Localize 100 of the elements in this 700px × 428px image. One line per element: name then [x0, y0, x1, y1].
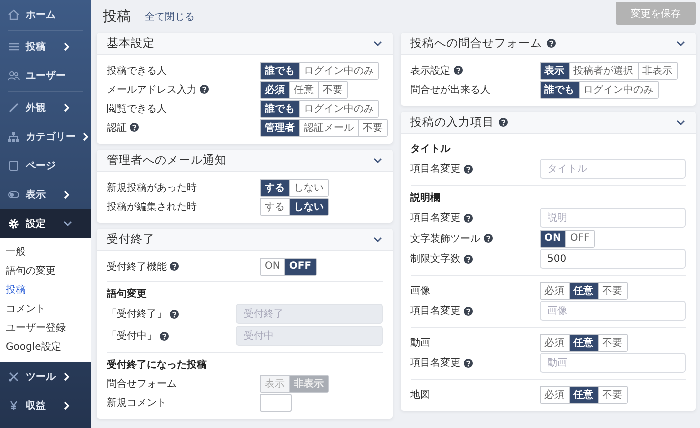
segmented-control[interactable]: 必須 任意 不要: [540, 334, 628, 352]
card-title: 投稿への問合せフォーム: [410, 36, 542, 51]
segment-option[interactable]: 不要: [358, 120, 387, 136]
submenu-item[interactable]: 投稿: [0, 280, 91, 299]
segmented-control[interactable]: する しない: [260, 178, 329, 196]
submenu-item[interactable]: ユーザー登録: [0, 318, 91, 337]
gear-icon: [8, 218, 20, 230]
input-field[interactable]: タイトル: [540, 159, 686, 179]
help-icon[interactable]: [170, 262, 179, 271]
segment-option[interactable]: 誰でも: [261, 62, 299, 78]
help-icon[interactable]: [464, 164, 472, 174]
help-icon[interactable]: [464, 306, 472, 316]
chevron-down-icon[interactable]: [676, 38, 686, 48]
card-header[interactable]: 受付終了: [97, 229, 392, 251]
sidebar-item[interactable]: ツール: [0, 362, 91, 391]
help-icon[interactable]: [130, 123, 139, 132]
segment-option[interactable]: しない: [289, 180, 328, 196]
help-icon[interactable]: [200, 85, 209, 94]
submenu-item[interactable]: コメント: [0, 299, 91, 318]
chevron-down-icon[interactable]: [372, 156, 382, 166]
people-icon: [8, 70, 20, 82]
collapse-all-link[interactable]: 全て閉じる: [145, 10, 195, 24]
segmented-control[interactable]: 管理者 認証メール 不要: [260, 118, 388, 136]
section-heading: 受付終了になった投稿: [107, 358, 208, 372]
submenu-item[interactable]: Google設定: [0, 337, 91, 356]
field-label: 項目名変更: [410, 356, 460, 370]
segmented-control[interactable]: 必須 任意 不要: [260, 80, 348, 98]
sidebar-item[interactable]: 収益: [0, 391, 91, 420]
help-icon[interactable]: [464, 214, 472, 222]
segment-option[interactable]: 表示: [540, 62, 568, 78]
segment-option[interactable]: 任意: [568, 386, 598, 402]
segment-option[interactable]: 誰でも: [261, 100, 299, 116]
yen-icon: [8, 400, 20, 412]
input-field[interactable]: 500: [540, 249, 686, 269]
segment-option[interactable]: ログイン中のみ: [299, 62, 378, 78]
field-label: 問合せが出来る人: [410, 84, 490, 96]
card-header[interactable]: 投稿への問合せフォーム: [400, 33, 696, 55]
segment-option[interactable]: 管理者: [261, 120, 299, 136]
help-icon[interactable]: [498, 118, 508, 127]
card-title: 管理者へのメール通知: [107, 153, 227, 168]
field-label: 「受付中」: [107, 330, 157, 343]
card-header[interactable]: 管理者へのメール通知: [97, 150, 392, 172]
segmented-control[interactable]: 表示 投稿者が選択 非表示: [540, 62, 678, 80]
help-icon[interactable]: [546, 39, 556, 48]
field-label: 「受付終了」: [107, 308, 167, 321]
segment-option[interactable]: 不要: [598, 386, 626, 402]
segment-option[interactable]: 不要: [598, 282, 626, 298]
segment-option[interactable]: 任意: [568, 282, 598, 298]
segment-option[interactable]: しない: [289, 198, 328, 214]
card-header[interactable]: 投稿の入力項目: [400, 112, 696, 134]
segment-option[interactable]: する: [261, 180, 289, 196]
help-icon[interactable]: [464, 254, 472, 264]
chevron-down-icon[interactable]: [372, 38, 382, 48]
field-label: 画像: [410, 284, 430, 298]
sidebar-item[interactable]: 投稿: [0, 32, 91, 61]
input-field[interactable]: 説明: [540, 208, 686, 228]
submenu-item[interactable]: 語句の変更: [0, 261, 91, 280]
field-label: メールアドレス入力: [107, 84, 197, 96]
card-title: 基本設定: [107, 36, 155, 51]
segmented-control[interactable]: 必須 任意 不要: [540, 282, 628, 300]
segmented-control[interactable]: する しない: [260, 198, 329, 216]
field-label: 閲覧できる人: [107, 102, 167, 116]
sidebar-item[interactable]: 外観: [0, 93, 91, 122]
chevron-down-icon[interactable]: [676, 118, 686, 128]
segment-option[interactable]: 不要: [318, 82, 347, 98]
segment-option[interactable]: 誰でも: [540, 82, 578, 98]
sidebar-item[interactable]: ホーム: [0, 0, 91, 29]
submenu-item[interactable]: 一般: [0, 242, 91, 261]
segment-option[interactable]: ON: [540, 230, 566, 246]
segmented-control[interactable]: 必須 任意 不要: [540, 386, 628, 404]
segment-option[interactable]: 必須: [261, 82, 289, 98]
input-field[interactable]: 画像: [540, 301, 686, 321]
sidebar-item[interactable]: ユーザー: [0, 61, 91, 90]
segment-option[interactable]: 非表示: [638, 62, 676, 78]
segmented-control[interactable]: 誰でも ログイン中のみ: [540, 80, 658, 98]
segment-option[interactable]: 任意: [568, 334, 598, 350]
segment-option[interactable]: OFF: [565, 230, 594, 246]
input-field[interactable]: 動画: [540, 353, 686, 373]
sidebar-item[interactable]: 表示: [0, 180, 91, 209]
help-icon[interactable]: [454, 66, 462, 75]
card-title: 投稿の入力項目: [410, 115, 494, 130]
card-header[interactable]: 基本設定: [97, 33, 392, 55]
sidebar-item[interactable]: カテゴリー: [0, 122, 91, 151]
section-heading: 語句変更: [107, 287, 148, 301]
segment-option[interactable]: ログイン中のみ: [578, 82, 658, 98]
sidebar-item[interactable]: ページ: [0, 151, 91, 180]
chevron-down-icon: [63, 218, 73, 228]
page-title: 投稿: [103, 8, 131, 26]
page-icon: [8, 160, 20, 172]
help-icon[interactable]: [484, 234, 492, 243]
help-icon[interactable]: [464, 358, 472, 368]
segmented-control[interactable]: ON OFF: [260, 258, 317, 276]
segmented-control[interactable]: 誰でも ログイン中のみ: [260, 100, 379, 118]
segmented-control[interactable]: 誰でも ログイン中のみ: [260, 62, 379, 80]
segment-option[interactable]: OFF: [284, 258, 316, 274]
segment-option[interactable]: 不要: [598, 334, 626, 350]
segment-option[interactable]: ログイン中のみ: [299, 100, 378, 116]
sidebar-item[interactable]: 設定: [0, 209, 91, 238]
chevron-down-icon[interactable]: [372, 234, 382, 244]
segmented-control[interactable]: ON OFF: [540, 230, 595, 248]
